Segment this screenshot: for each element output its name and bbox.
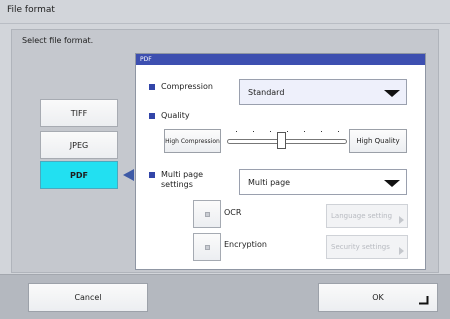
caret-down-icon <box>384 180 400 187</box>
selection-pointer-icon <box>123 169 134 181</box>
multipage-label: Multi page settings <box>161 170 204 189</box>
ocr-checkbox[interactable] <box>193 200 221 228</box>
ok-button[interactable]: OK <box>318 283 438 312</box>
chevron-right-icon <box>399 247 404 255</box>
caret-down-icon <box>384 90 400 97</box>
tiff-button[interactable]: TIFF <box>40 99 118 127</box>
pdf-panel-header: PDF <box>136 54 425 65</box>
encryption-checkbox[interactable] <box>193 233 221 261</box>
quality-slider-track[interactable] <box>227 139 347 144</box>
bullet-icon <box>149 172 155 178</box>
security-settings-button[interactable]: Security settings <box>326 235 408 259</box>
slider-tick <box>270 131 271 132</box>
bullet-icon <box>149 84 155 90</box>
jpeg-button[interactable]: JPEG <box>40 131 118 159</box>
quality-slider-knob[interactable] <box>276 132 286 149</box>
enter-return-icon <box>419 296 429 305</box>
slider-tick <box>287 131 288 132</box>
quality-label: Quality <box>161 111 190 120</box>
window-title: File format <box>0 0 450 24</box>
compression-dropdown[interactable]: Standard <box>239 79 407 105</box>
pdf-button[interactable]: PDF <box>40 161 118 189</box>
bullet-icon <box>149 113 155 119</box>
slider-tick <box>338 131 339 132</box>
slider-tick <box>321 131 322 132</box>
compression-value: Standard <box>248 87 285 97</box>
slider-tick <box>304 131 305 132</box>
slider-tick <box>236 131 237 132</box>
slider-tick <box>253 131 254 132</box>
high-compression-button[interactable]: High Compression <box>164 129 221 153</box>
prompt-text: Select file format. <box>22 36 94 45</box>
chevron-right-icon <box>399 216 404 224</box>
multipage-dropdown[interactable]: Multi page <box>239 169 407 195</box>
ocr-label: OCR <box>224 208 242 217</box>
encryption-label: Encryption <box>224 240 267 249</box>
cancel-button[interactable]: Cancel <box>28 283 148 312</box>
high-quality-button[interactable]: High Quality <box>349 129 407 153</box>
language-setting-button[interactable]: Language setting <box>326 204 408 228</box>
multipage-value: Multi page <box>248 177 291 187</box>
compression-label: Compression <box>161 82 213 91</box>
